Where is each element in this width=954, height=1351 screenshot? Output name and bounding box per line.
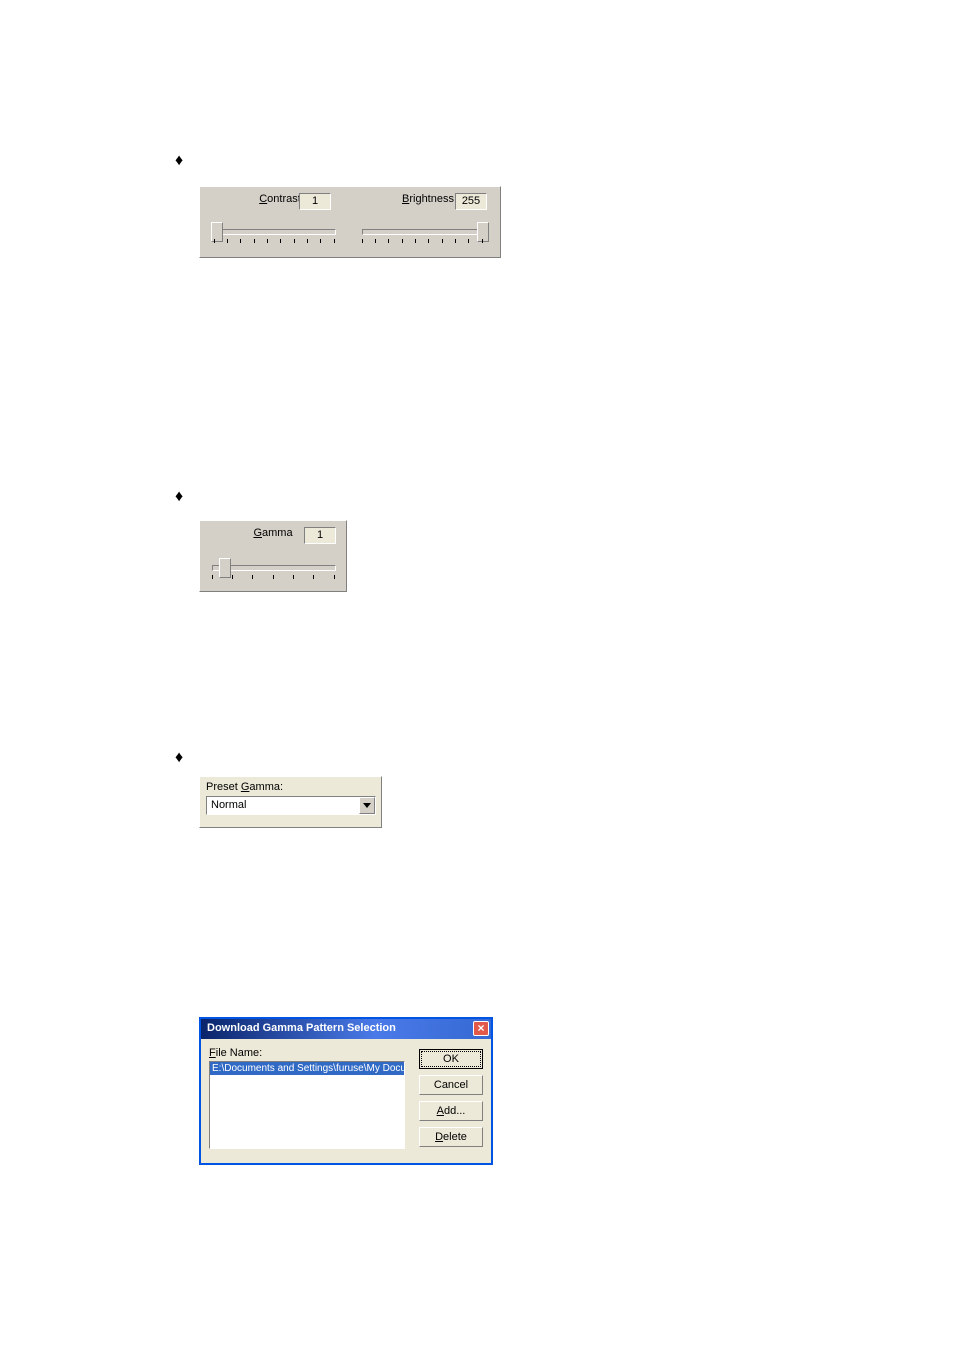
preset-gamma-label: Preset Gamma: [206, 781, 375, 793]
preset-gamma-selected: Normal [211, 799, 246, 811]
bullet-icon: ♦ [175, 153, 183, 169]
contrast-slider-thumb[interactable] [211, 222, 223, 242]
bullet-icon: ♦ [175, 489, 183, 505]
brightness-slider[interactable] [362, 229, 484, 235]
dropdown-arrow-icon[interactable] [359, 797, 375, 814]
list-item[interactable]: E:\Documents and Settings\furuse\My Docu… [210, 1062, 404, 1075]
preset-gamma-combo[interactable]: Normal [206, 796, 376, 815]
gamma-value[interactable]: 1 [304, 527, 336, 544]
download-gamma-dialog: Download Gamma Pattern Selection × File … [199, 1017, 493, 1165]
file-name-listbox[interactable]: E:\Documents and Settings\furuse\My Docu… [209, 1061, 405, 1149]
contrast-brightness-panel: Contrast 1 Brightness 255 [199, 186, 501, 258]
brightness-slider-thumb[interactable] [477, 222, 489, 242]
preset-gamma-panel: Preset Gamma: Normal [199, 776, 382, 828]
delete-button[interactable]: Delete [419, 1127, 483, 1147]
bullet-icon: ♦ [175, 750, 183, 766]
contrast-slider[interactable] [214, 229, 336, 235]
brightness-value[interactable]: 255 [455, 193, 487, 210]
gamma-slider[interactable] [212, 565, 336, 571]
dialog-titlebar: Download Gamma Pattern Selection × [201, 1019, 491, 1039]
close-icon: × [477, 1021, 484, 1035]
cancel-button[interactable]: Cancel [419, 1075, 483, 1095]
add-button[interactable]: Add... [419, 1101, 483, 1121]
contrast-value[interactable]: 1 [299, 193, 331, 210]
gamma-panel: Gamma 1 [199, 520, 347, 592]
dialog-title: Download Gamma Pattern Selection [207, 1022, 396, 1034]
ok-button[interactable]: OK [419, 1049, 483, 1069]
gamma-slider-thumb[interactable] [219, 558, 231, 578]
close-button[interactable]: × [473, 1021, 489, 1036]
file-name-label: File Name: [209, 1047, 262, 1059]
